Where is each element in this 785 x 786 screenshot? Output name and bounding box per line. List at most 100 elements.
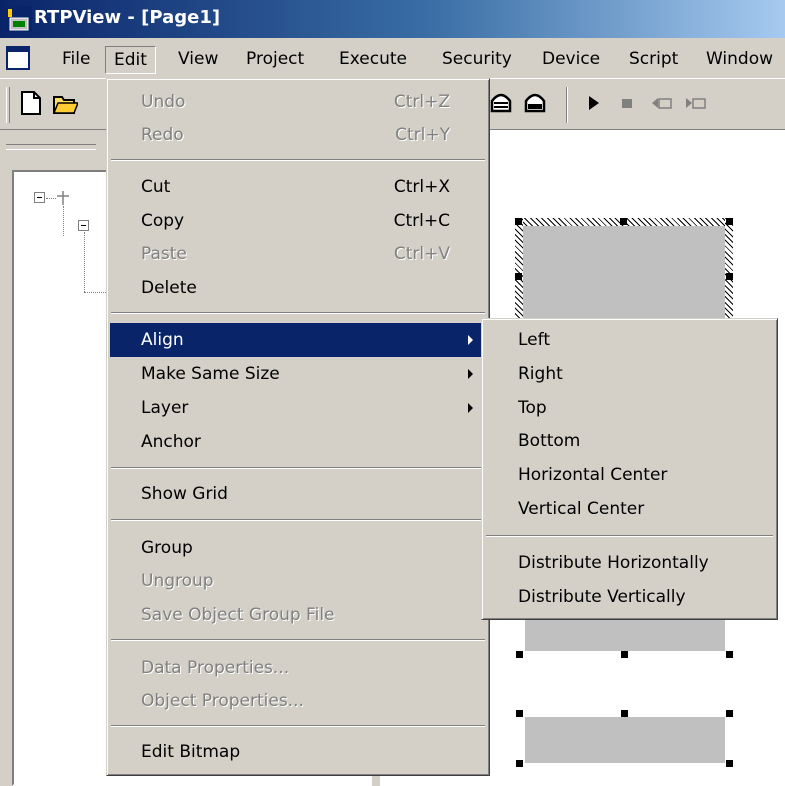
resize-handle[interactable]	[726, 218, 733, 225]
menu-item-label: Vertical Center	[518, 499, 645, 519]
menu-bar: File Edit View Project Execute Security …	[0, 38, 785, 78]
menu-separator	[111, 725, 485, 727]
menu-view[interactable]: View	[176, 48, 220, 72]
stop-icon[interactable]	[614, 89, 640, 117]
menu-item-label: Top	[518, 398, 547, 418]
menu-item-cut[interactable]: Cut Ctrl+X	[110, 170, 486, 204]
step-forward-icon[interactable]	[682, 89, 708, 117]
align-right[interactable]: Right	[485, 357, 774, 391]
submenu-arrow-icon	[468, 369, 473, 379]
resize-handle[interactable]	[726, 710, 733, 717]
unlock-layer-icon[interactable]	[522, 89, 548, 117]
menu-item-undo[interactable]: Undo Ctrl+Z	[110, 85, 486, 119]
menu-item-shortcut: Ctrl+Y	[395, 125, 450, 145]
resize-handle[interactable]	[516, 760, 523, 767]
menu-item-label: Show Grid	[141, 484, 228, 504]
tree-root-icon[interactable]	[56, 190, 70, 206]
menu-item-label: Distribute Vertically	[518, 587, 686, 607]
align-submenu: Left Right Top Bottom Horizontal Center …	[481, 318, 778, 620]
menu-item-save-object-group-file[interactable]: Save Object Group File	[110, 598, 486, 632]
menu-device[interactable]: Device	[540, 48, 602, 72]
hmi-app-icon[interactable]	[6, 6, 32, 32]
distribute-horizontally[interactable]: Distribute Horizontally	[485, 546, 774, 580]
menu-item-object-properties[interactable]: Object Properties...	[110, 684, 486, 718]
submenu-arrow-icon	[468, 403, 473, 413]
menu-item-shortcut: Ctrl+V	[393, 244, 450, 264]
menu-item-label: Cut	[141, 177, 171, 197]
new-file-icon[interactable]	[18, 89, 44, 117]
menu-item-label: Horizontal Center	[518, 465, 668, 485]
submenu-arrow-icon	[468, 335, 473, 345]
menu-project[interactable]: Project	[244, 48, 306, 72]
resize-handle[interactable]	[726, 273, 733, 280]
menu-separator	[111, 467, 485, 469]
menu-item-redo[interactable]: Redo Ctrl+Y	[110, 118, 486, 152]
toolbar-separator	[566, 87, 568, 123]
tree-connector	[63, 206, 64, 236]
menu-item-copy[interactable]: Copy Ctrl+C	[110, 204, 486, 238]
menu-item-label: Save Object Group File	[141, 605, 335, 625]
menu-window[interactable]: Window	[704, 48, 775, 72]
menu-file[interactable]: File	[60, 48, 92, 72]
distribute-vertically[interactable]: Distribute Vertically	[485, 580, 774, 614]
resize-handle[interactable]	[726, 651, 733, 658]
edit-menu: Undo Ctrl+Z Redo Ctrl+Y Cut Ctrl+X Copy …	[106, 78, 490, 776]
menu-item-show-grid[interactable]: Show Grid	[110, 477, 486, 511]
tree-collapse-icon[interactable]	[78, 220, 89, 231]
play-icon[interactable]	[580, 89, 606, 117]
resize-handle[interactable]	[621, 651, 628, 658]
menu-item-shortcut: Ctrl+C	[393, 211, 450, 231]
menu-item-anchor[interactable]: Anchor	[110, 425, 486, 459]
align-left[interactable]: Left	[485, 323, 774, 357]
menu-item-label: Edit Bitmap	[141, 742, 241, 762]
menu-item-align[interactable]: Align	[110, 323, 486, 357]
resize-handle[interactable]	[515, 218, 522, 225]
menu-item-label: Redo	[141, 125, 184, 145]
menu-item-label: Undo	[141, 92, 186, 112]
menu-item-label: Make Same Size	[141, 364, 280, 384]
menu-security[interactable]: Security	[440, 48, 514, 72]
menu-item-shortcut: Ctrl+X	[393, 177, 450, 197]
menu-item-make-same-size[interactable]: Make Same Size	[110, 357, 486, 391]
rectangle-object[interactable]	[525, 717, 725, 763]
menu-item-delete[interactable]: Delete	[110, 271, 486, 305]
mdi-window-icon[interactable]	[6, 46, 30, 70]
menu-item-group[interactable]: Group	[110, 531, 486, 565]
resize-handle[interactable]	[515, 273, 522, 280]
menu-separator	[111, 312, 485, 314]
menu-script[interactable]: Script	[627, 48, 680, 72]
menu-item-data-properties[interactable]: Data Properties...	[110, 651, 486, 685]
step-back-icon[interactable]	[648, 89, 674, 117]
title-bar: RTPView - [Page1]	[0, 0, 785, 38]
menu-item-label: Delete	[141, 278, 197, 298]
menu-execute[interactable]: Execute	[337, 48, 409, 72]
resize-handle[interactable]	[516, 710, 523, 717]
menu-item-label: Ungroup	[141, 571, 214, 591]
lock-layer-icon[interactable]	[488, 89, 514, 117]
menu-separator	[111, 159, 485, 161]
menu-item-paste[interactable]: Paste Ctrl+V	[110, 237, 486, 271]
toolbar-grip[interactable]	[6, 87, 10, 123]
dock-grip[interactable]	[6, 144, 96, 150]
open-folder-icon[interactable]	[52, 89, 78, 117]
menu-item-label: Object Properties...	[141, 691, 304, 711]
tree-collapse-icon[interactable]	[34, 192, 45, 203]
align-horizontal-center[interactable]: Horizontal Center	[485, 458, 774, 492]
resize-handle[interactable]	[621, 710, 628, 717]
menu-item-label: Layer	[141, 398, 189, 418]
resize-handle[interactable]	[726, 760, 733, 767]
menu-separator	[111, 639, 485, 641]
menu-item-ungroup[interactable]: Ungroup	[110, 564, 486, 598]
rectangle-object[interactable]	[525, 615, 725, 651]
menu-item-edit-bitmap[interactable]: Edit Bitmap	[110, 735, 486, 769]
menu-item-layer[interactable]: Layer	[110, 391, 486, 425]
resize-handle[interactable]	[620, 218, 627, 225]
align-bottom[interactable]: Bottom	[485, 424, 774, 458]
align-top[interactable]: Top	[485, 391, 774, 425]
menu-item-label: Group	[141, 538, 193, 558]
resize-handle[interactable]	[516, 651, 523, 658]
menu-item-label: Right	[518, 364, 563, 384]
menu-edit[interactable]: Edit	[105, 46, 156, 74]
tree-connector	[84, 232, 85, 292]
align-vertical-center[interactable]: Vertical Center	[485, 492, 774, 526]
